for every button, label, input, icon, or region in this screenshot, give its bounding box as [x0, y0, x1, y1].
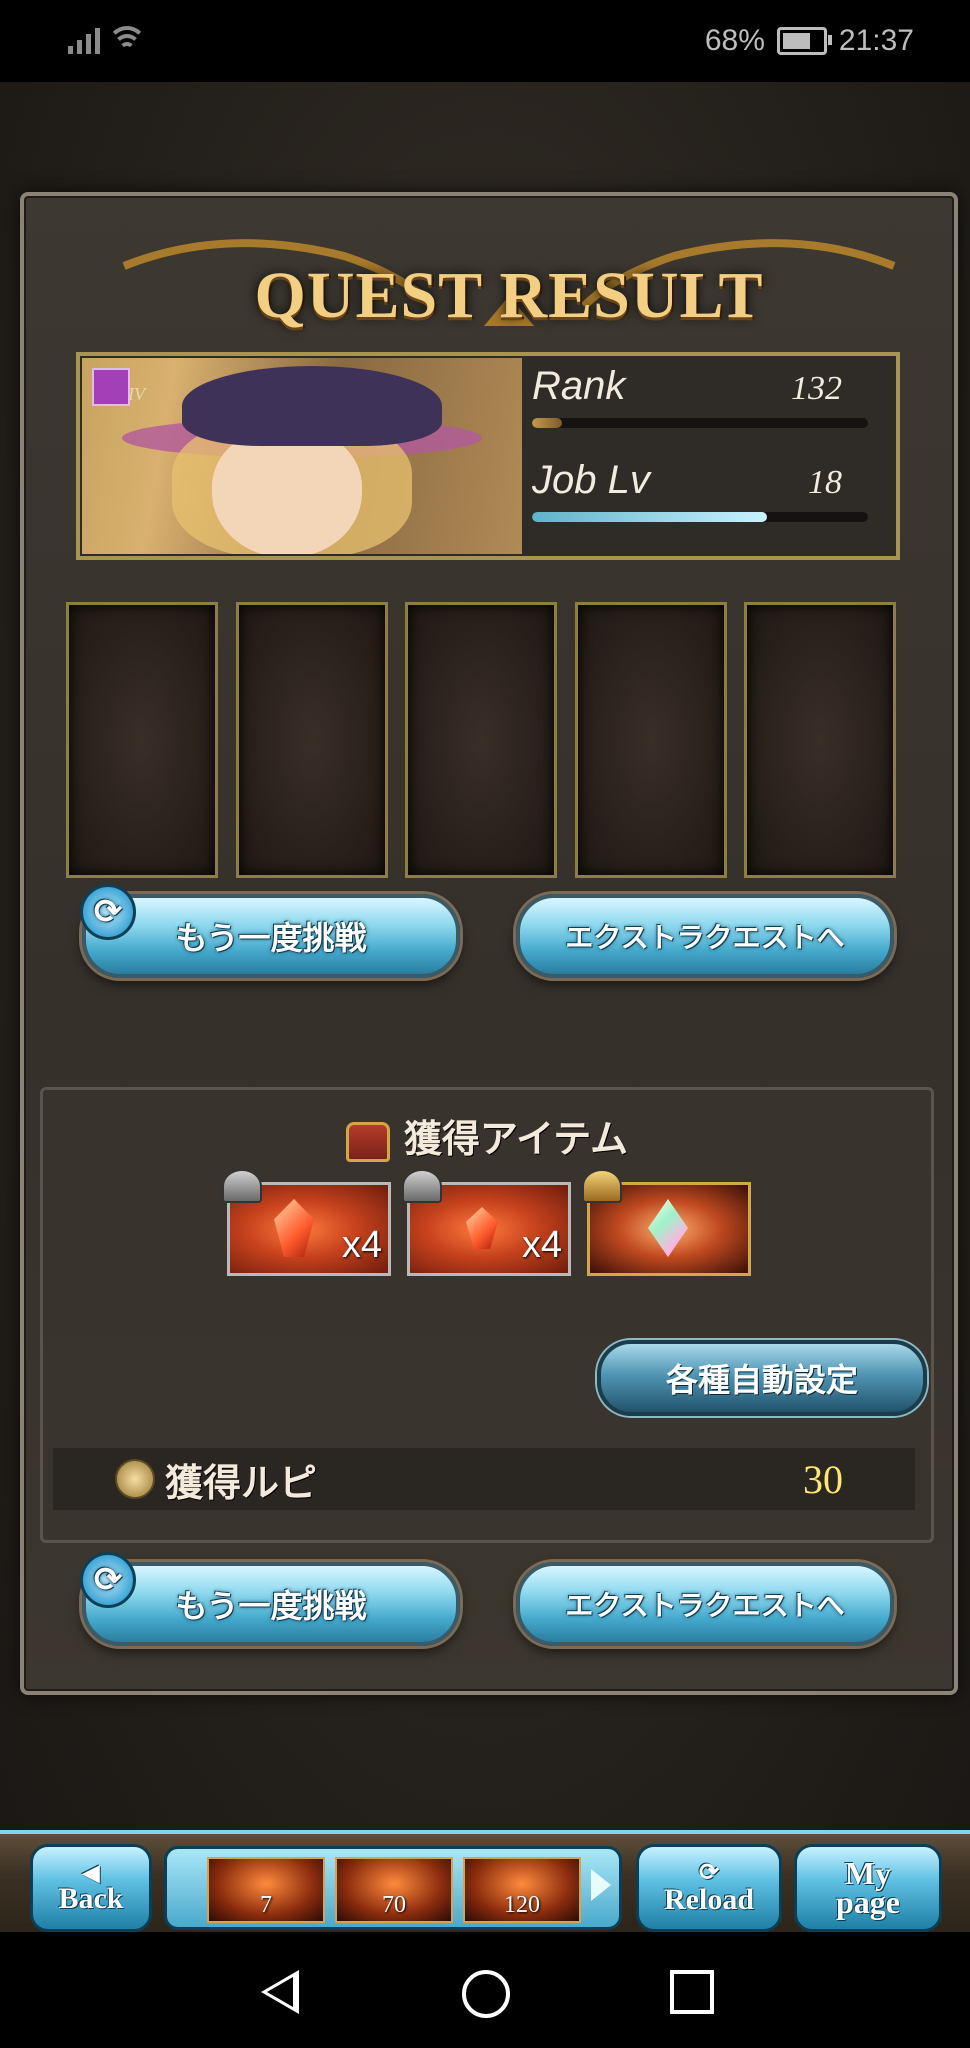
reward-slots	[66, 602, 896, 878]
class-badge-label: IV	[128, 384, 145, 404]
extra-quest-button-bottom[interactable]: エクストラクエストへ	[516, 1562, 894, 1646]
item-crystal[interactable]	[582, 1169, 751, 1276]
reload-button[interactable]: ⟳ Reload	[636, 1844, 782, 1932]
signal-icon	[68, 28, 100, 54]
mypage-button[interactable]: My page	[794, 1844, 942, 1932]
nav-item-count: 7	[260, 1892, 272, 1918]
battery-percent: 68%	[704, 24, 765, 57]
nav-item-2[interactable]: 70	[335, 1857, 453, 1923]
rupie-value: 30	[803, 1456, 843, 1502]
item-fire-crystal[interactable]: x4	[222, 1169, 391, 1276]
nav-item-1[interactable]: 7	[207, 1857, 325, 1923]
silver-chest-icon	[222, 1169, 262, 1203]
wifi-icon	[107, 26, 147, 54]
reward-slot	[235, 602, 388, 878]
item-quantity: x4	[521, 1224, 562, 1266]
clock: 21:37	[838, 24, 914, 57]
retry-button[interactable]: ⟳ もう一度挑戦	[80, 884, 460, 978]
scroll-right-icon[interactable]	[591, 1869, 611, 1901]
silver-chest-icon	[402, 1169, 442, 1203]
reward-slot	[574, 602, 727, 878]
retry-button-label: もう一度挑戦	[175, 1587, 367, 1625]
rupie-label: 獲得ルピ	[165, 1460, 318, 1505]
profile-card: IV Rank 132 Job Lv 18	[76, 352, 900, 560]
back-label: Back	[58, 1882, 124, 1915]
title-banner: QUEST RESULT	[104, 216, 914, 366]
obtained-items-box: 獲得アイテム x4 x4 各種自動設定 獲得ルピ 30	[40, 1087, 934, 1543]
rank-progress-bar	[532, 418, 868, 428]
retry-button-bottom[interactable]: ⟳ もう一度挑戦	[80, 1552, 460, 1646]
nav-item-count: 70	[382, 1892, 406, 1918]
back-button[interactable]: ◀ Back	[30, 1844, 152, 1932]
item-fire-fragment[interactable]: x4	[402, 1169, 571, 1276]
extra-quest-button-label: エクストラクエストへ	[565, 921, 845, 954]
item-list: x4 x4	[222, 1169, 751, 1276]
rupie-coin-icon	[115, 1459, 155, 1499]
rank-label: Rank	[532, 364, 626, 408]
android-home-icon[interactable]	[462, 1970, 510, 2018]
joblv-stat: Job Lv 18	[532, 458, 872, 538]
reward-slot	[744, 602, 896, 878]
rupie-row: 獲得ルピ 30	[53, 1448, 915, 1510]
retry-icon: ⟳	[80, 884, 136, 940]
nav-item-3[interactable]: 120	[463, 1857, 581, 1923]
class-badge-icon: IV	[92, 368, 145, 406]
reward-slot	[405, 602, 557, 878]
items-header: 獲得アイテム	[43, 1108, 931, 1163]
retry-icon: ⟳	[80, 1552, 136, 1608]
auto-settings-label: 各種自動設定	[665, 1361, 858, 1399]
items-header-label: 獲得アイテム	[403, 1117, 629, 1161]
back-arrow-icon: ◀	[82, 1860, 100, 1885]
rank-stat: Rank 132	[532, 364, 872, 444]
extra-quest-button-label: エクストラクエストへ	[565, 1589, 845, 1622]
reload-label: Reload	[664, 1883, 754, 1916]
battery-icon	[776, 27, 832, 55]
rainbow-crystal-icon	[648, 1199, 688, 1257]
status-bar: 68% 21:37	[0, 0, 970, 82]
reload-icon: ⟳	[698, 1860, 720, 1886]
mypage-label-line2: page	[836, 1884, 900, 1920]
bottom-nav: ◀ Back 7 70 120 ⟳ Reload My page	[0, 1830, 970, 1936]
joblv-label: Job Lv	[532, 458, 650, 502]
nav-item-count: 120	[504, 1892, 540, 1918]
game-area: QUEST RESULT IV Rank 132 Job Lv 18 ⟳ もう一…	[0, 82, 970, 1932]
auto-settings-button[interactable]: 各種自動設定	[597, 1340, 927, 1416]
nav-item-shortcuts: 7 70 120	[164, 1846, 622, 1930]
android-back-icon[interactable]	[258, 1970, 299, 2014]
fire-crystal-icon	[274, 1199, 314, 1257]
reward-slot	[66, 602, 218, 878]
fire-fragment-icon	[466, 1207, 498, 1249]
retry-button-label: もう一度挑戦	[175, 919, 367, 957]
treasure-chest-icon	[345, 1121, 390, 1162]
joblv-progress-bar	[532, 512, 868, 522]
android-recents-icon[interactable]	[670, 1970, 714, 2014]
gold-chest-icon	[582, 1169, 622, 1203]
page-title: QUEST RESULT	[254, 259, 764, 332]
android-nav-bar	[0, 1932, 970, 2048]
extra-quest-button[interactable]: エクストラクエストへ	[516, 894, 894, 978]
item-quantity: x4	[341, 1224, 382, 1266]
joblv-value: 18	[808, 464, 842, 501]
character-portrait: IV	[82, 358, 522, 554]
rank-value: 132	[791, 370, 842, 407]
